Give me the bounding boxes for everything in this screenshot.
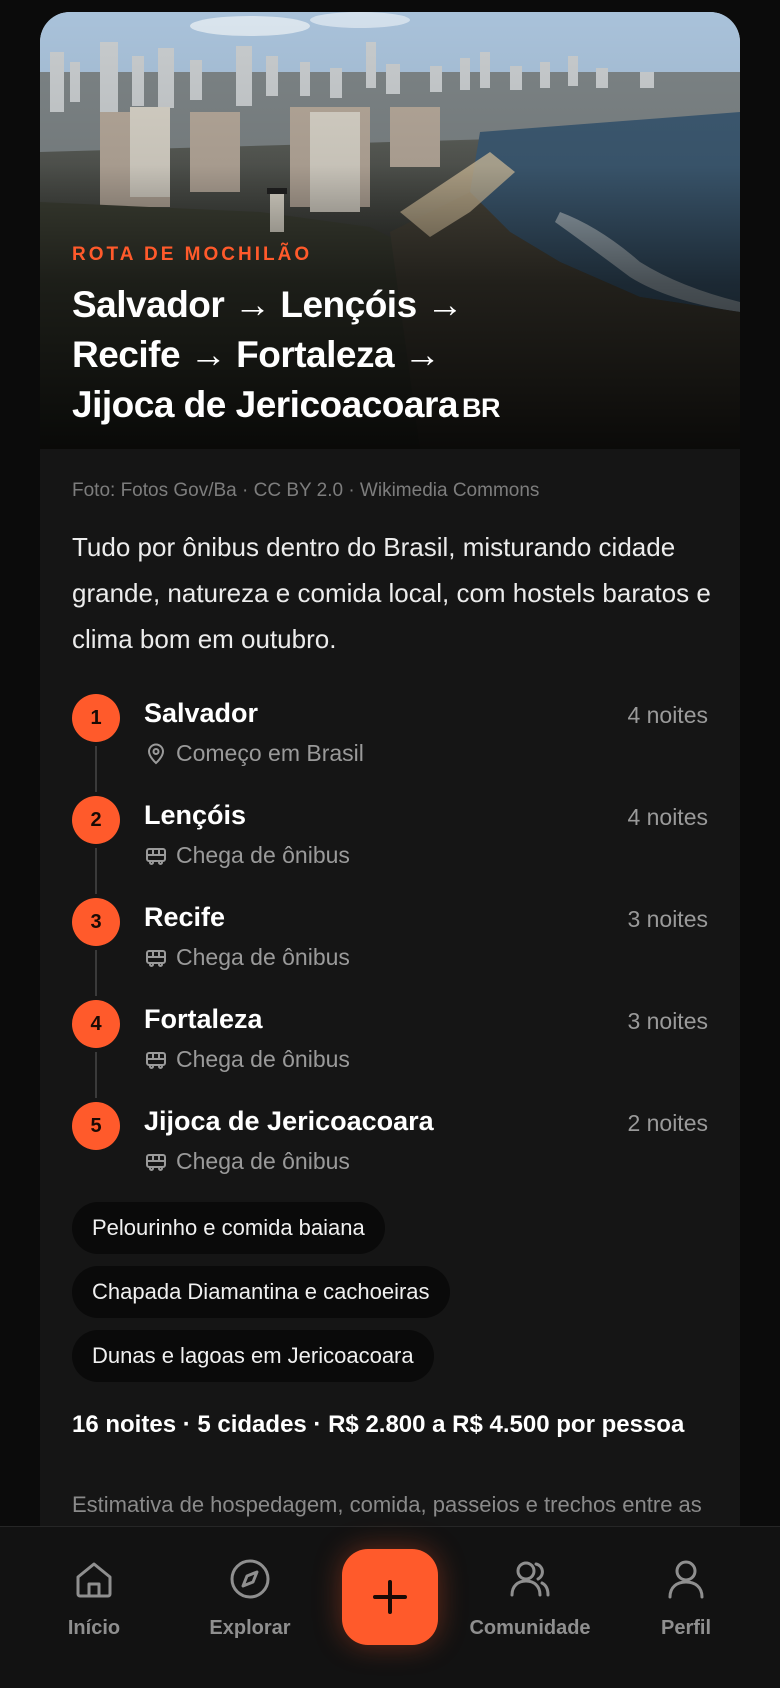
- stop-nights: 4 noites: [627, 702, 708, 728]
- tab-community-label: Comunidade: [469, 1617, 591, 1639]
- stop-salvador[interactable]: 1 Salvador 4 noites Começo em Brasil: [72, 694, 708, 796]
- bottom-tab-bar: Início Explorar Comunidade Perfil: [0, 1526, 780, 1688]
- route-kicker: ROTA DE MOCHILÃO: [72, 244, 313, 265]
- highlight-chip[interactable]: Chapada Diamantina e cachoeiras: [72, 1266, 450, 1318]
- plus-icon: [373, 1580, 407, 1614]
- route-title-line-1: Salvador → Lençóis →: [72, 284, 463, 325]
- bus-icon: [144, 844, 168, 868]
- stop-jericoacoara[interactable]: 5 Jijoca de Jericoacoara 2 noites Chega …: [72, 1102, 708, 1204]
- stop-number: 5: [72, 1102, 120, 1150]
- home-icon: [72, 1557, 116, 1601]
- stop-nights: 3 noites: [627, 906, 708, 932]
- tab-explore[interactable]: Explorar: [180, 1557, 320, 1640]
- stop-detail: Chega de ônibus: [176, 842, 350, 868]
- stop-detail: Chega de ônibus: [176, 1046, 350, 1072]
- highlight-chip[interactable]: Dunas e lagoas em Jericoacoara: [72, 1330, 434, 1382]
- stop-number: 1: [72, 694, 120, 742]
- route-card: ROTA DE MOCHILÃO Salvador → Lençóis → Re…: [40, 12, 740, 1592]
- trip-summary: 16 noites · 5 cidades · R$ 2.800 a R$ 4.…: [72, 1411, 685, 1438]
- timeline-connector: [95, 848, 97, 894]
- tab-explore-label: Explorar: [209, 1617, 291, 1639]
- stop-name: Fortaleza: [144, 1004, 263, 1034]
- add-route-button[interactable]: [342, 1549, 438, 1645]
- bus-icon: [144, 946, 168, 970]
- location-pin-icon: [144, 742, 168, 766]
- stop-recife[interactable]: 3 Recife 3 noites Chega de ônibus: [72, 898, 708, 1000]
- tab-home-label: Início: [67, 1617, 121, 1639]
- stop-nights: 2 noites: [627, 1110, 708, 1136]
- stop-number: 4: [72, 1000, 120, 1048]
- compass-icon: [228, 1557, 272, 1601]
- stop-nights: 4 noites: [627, 804, 708, 830]
- route-title-line-2: Recife → Fortaleza →: [72, 334, 441, 375]
- timeline-connector: [95, 1052, 97, 1098]
- stop-detail: Chega de ônibus: [176, 944, 350, 970]
- route-title: Salvador → Lençóis → Recife → Fortaleza …: [72, 280, 712, 433]
- tab-profile-label: Perfil: [660, 1617, 712, 1639]
- stop-name: Jijoca de Jericoacoara: [144, 1106, 434, 1136]
- itinerary-list: 1 Salvador 4 noites Começo em Brasil 2 L…: [72, 694, 708, 1204]
- community-icon: [508, 1557, 552, 1601]
- route-description: Tudo por ônibus dentro do Brasil, mistur…: [72, 532, 711, 654]
- stop-name: Salvador: [144, 698, 259, 728]
- highlight-chips: Pelourinho e comida baiana Chapada Diama…: [72, 1202, 712, 1394]
- stop-detail: Começo em Brasil: [176, 740, 364, 766]
- bus-icon: [144, 1048, 168, 1072]
- timeline-connector: [95, 950, 97, 996]
- highlight-chip[interactable]: Pelourinho e comida baiana: [72, 1202, 385, 1254]
- person-icon: [664, 1557, 708, 1601]
- stop-name: Recife: [144, 902, 226, 932]
- stop-nights: 3 noites: [627, 1008, 708, 1034]
- timeline-connector: [95, 746, 97, 792]
- hero-photo: ROTA DE MOCHILÃO Salvador → Lençóis → Re…: [40, 12, 740, 449]
- bus-icon: [144, 1150, 168, 1174]
- tab-profile[interactable]: Perfil: [616, 1557, 756, 1640]
- stop-number: 2: [72, 796, 120, 844]
- stop-detail: Chega de ônibus: [176, 1148, 350, 1174]
- tab-community[interactable]: Comunidade: [460, 1557, 600, 1640]
- stop-lencois[interactable]: 2 Lençóis 4 noites Chega de ônibus: [72, 796, 708, 898]
- stop-fortaleza[interactable]: 4 Fortaleza 3 noites Chega de ônibus: [72, 1000, 708, 1102]
- stop-name: Lençóis: [144, 800, 247, 830]
- tab-home[interactable]: Início: [24, 1557, 164, 1640]
- country-code: BR: [461, 393, 501, 423]
- stop-number: 3: [72, 898, 120, 946]
- route-title-line-3: Jijoca de Jericoacoara: [72, 384, 458, 425]
- photo-credit: Foto: Fotos Gov/Ba · CC BY 2.0 · Wikimed…: [72, 480, 540, 501]
